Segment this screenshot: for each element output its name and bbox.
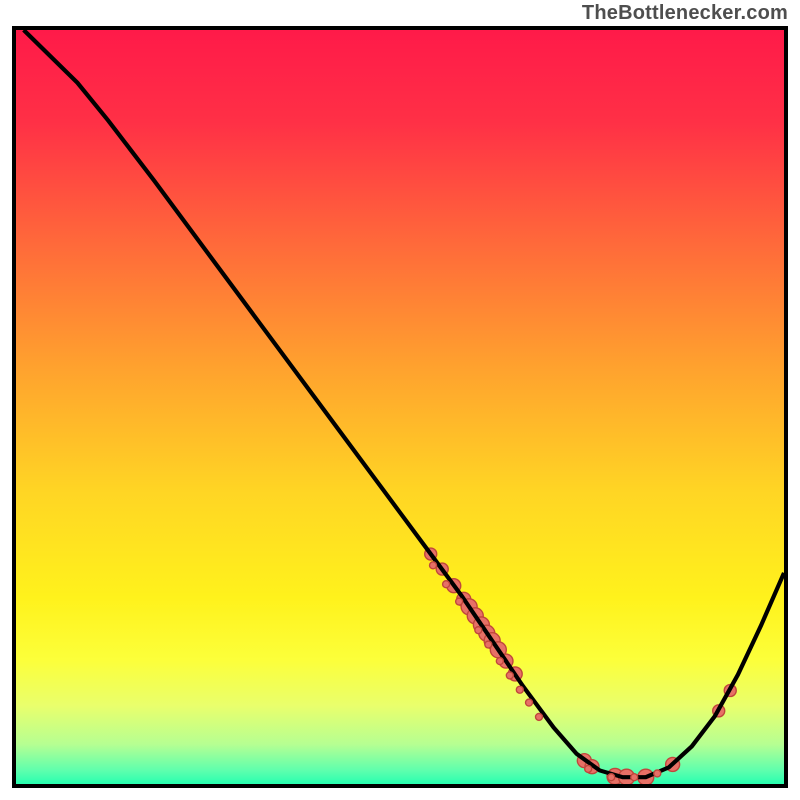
data-dot bbox=[485, 641, 492, 648]
data-dot bbox=[456, 598, 463, 605]
data-dot bbox=[516, 686, 523, 693]
data-dot bbox=[443, 581, 450, 588]
data-dot bbox=[631, 774, 638, 781]
data-dot bbox=[585, 765, 592, 772]
data-dot bbox=[536, 713, 543, 720]
data-dot bbox=[506, 672, 513, 679]
plot-frame bbox=[12, 26, 788, 788]
bottleneck-curve bbox=[24, 30, 784, 777]
data-dot bbox=[526, 699, 533, 706]
chart-container: TheBottlenecker.com bbox=[0, 0, 800, 800]
curve-layer bbox=[16, 30, 784, 784]
data-dot bbox=[608, 774, 615, 781]
data-dot bbox=[496, 658, 503, 665]
attribution-label: TheBottlenecker.com bbox=[582, 2, 788, 25]
data-dot bbox=[475, 627, 482, 634]
data-dot bbox=[654, 770, 661, 777]
data-dot bbox=[430, 562, 437, 569]
